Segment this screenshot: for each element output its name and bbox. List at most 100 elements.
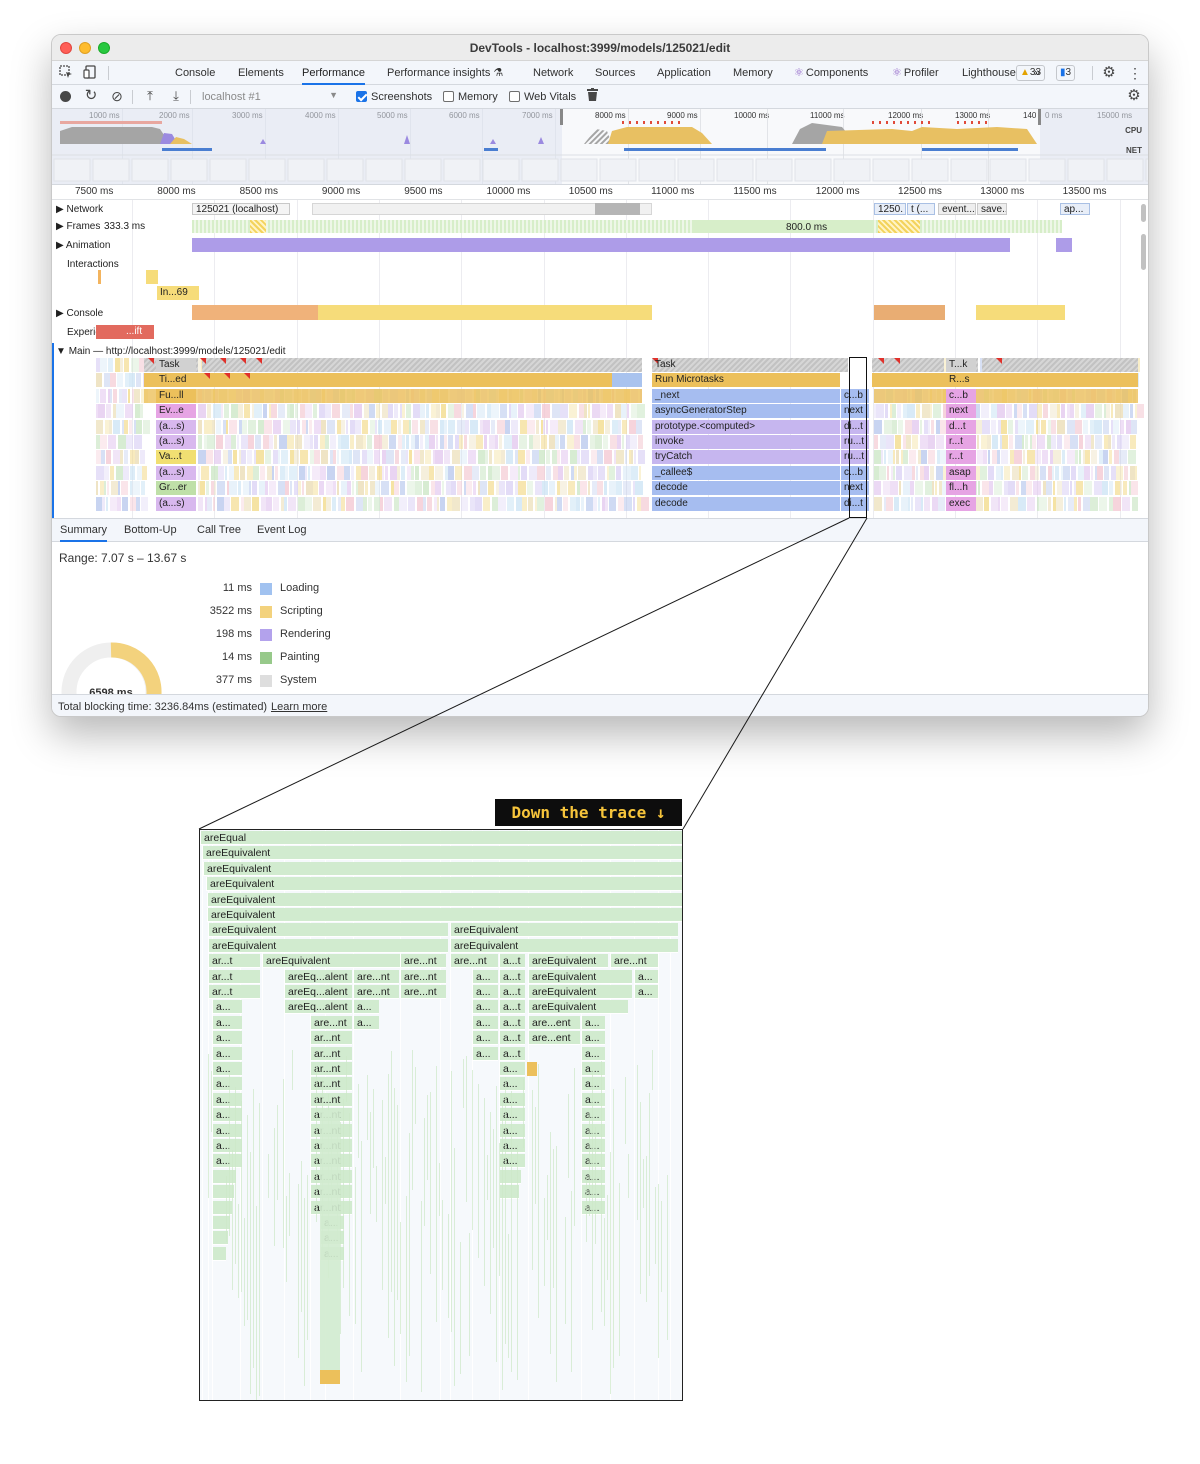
flame-event[interactable] [491,419,495,434]
flame-event[interactable] [587,419,591,434]
event-bar[interactable] [612,373,642,388]
flame-event[interactable] [911,496,913,511]
flame-event[interactable] [253,465,259,480]
flame-event[interactable] [217,481,225,496]
flame-event[interactable] [116,465,123,480]
flame-event[interactable] [241,450,246,465]
frame-partial[interactable] [250,220,266,233]
panel-tab[interactable]: ⚛ Profiler [892,61,939,85]
flame-event[interactable] [930,465,934,480]
flame-event[interactable] [314,450,320,465]
flame-event[interactable] [412,419,418,434]
flame-event[interactable] [466,481,472,496]
flame-event[interactable] [290,419,296,434]
flame-event[interactable] [1122,435,1129,449]
flame-event[interactable] [489,450,492,465]
flame-event[interactable] [1075,450,1078,465]
zoomed-flame-event[interactable]: a... [581,1015,605,1030]
flame-event[interactable] [1046,481,1052,496]
flame-event[interactable] [588,404,590,419]
warnings-badge[interactable]: ▲33 [1016,65,1046,81]
flame-event[interactable] [425,419,429,434]
flame-event[interactable] [595,435,602,449]
flame-event[interactable] [1067,419,1075,434]
flame-event[interactable]: Task [156,358,196,372]
flame-event[interactable] [610,435,617,449]
flame-event[interactable] [454,404,461,419]
flame-event[interactable] [1120,481,1122,496]
flame-event[interactable] [1022,465,1028,480]
flame-event[interactable] [122,388,127,403]
flame-event[interactable] [581,496,584,511]
flame-event[interactable] [342,404,350,419]
flame-event[interactable] [231,496,239,511]
flame-event[interactable] [472,465,479,480]
flame-event[interactable] [1083,419,1088,434]
flame-event[interactable] [568,481,575,496]
flame-event[interactable] [378,419,382,434]
flame-event[interactable] [110,496,117,511]
profile-select[interactable]: localhost #1 ▼ [198,88,342,106]
flame-event[interactable] [426,404,429,419]
flame-event[interactable] [933,404,941,419]
flame-event[interactable] [1057,435,1062,449]
flame-event[interactable] [461,496,468,511]
flame-event[interactable]: _callee$ [652,465,840,480]
flame-event[interactable] [890,481,898,496]
flame-event[interactable] [420,404,425,419]
flame-event[interactable] [616,465,621,480]
console-timer[interactable] [192,305,318,320]
flame-event[interactable] [629,419,636,434]
flame-event[interactable] [100,358,107,372]
panel-tab[interactable]: Network [533,61,573,85]
flame-event[interactable] [1055,465,1059,480]
flame-event[interactable] [1010,496,1018,511]
flame-event[interactable] [488,481,494,496]
flame-event[interactable] [616,450,624,465]
flame-event[interactable] [921,496,923,511]
flame-event[interactable] [987,435,991,449]
flame-event[interactable] [198,419,202,434]
flame-event[interactable]: exec [946,496,976,511]
flame-event[interactable] [501,465,508,480]
zoomed-flame-event[interactable]: are...nt [400,954,446,969]
flame-event[interactable] [337,465,344,480]
flame-event[interactable] [639,465,641,480]
flame-event[interactable] [109,419,112,434]
flame-event[interactable] [473,481,476,496]
flame-event[interactable] [361,465,368,480]
flame-event[interactable] [96,373,102,388]
flame-event[interactable]: Gr...er [156,481,196,496]
flame-event[interactable] [1091,465,1093,480]
interactions-track-label[interactable]: Interactions [67,259,119,270]
web-vitals-checkbox[interactable] [509,91,520,102]
zoomed-flame-event[interactable]: a... [212,1092,242,1107]
flame-event[interactable] [140,404,143,419]
clear-icon[interactable]: ⊘ [109,88,125,104]
flame-event[interactable] [1041,419,1046,434]
zoomed-flame-event[interactable]: a... [499,1062,525,1076]
panel-tab[interactable]: Elements [238,61,284,85]
flame-event[interactable] [444,435,447,449]
flame-event[interactable] [116,404,124,419]
flame-event[interactable] [298,496,305,511]
panel-tab[interactable]: Lighthouse [962,61,1016,85]
flame-event[interactable] [988,465,994,480]
flame-event[interactable] [915,481,923,496]
flame-event[interactable] [346,496,354,511]
flame-event[interactable] [413,404,420,419]
flame-event[interactable] [1122,496,1130,511]
flame-event[interactable] [600,404,606,419]
flame-event[interactable] [575,419,583,434]
flame-event[interactable] [198,404,206,419]
flame-event[interactable] [278,450,280,465]
flame-event[interactable] [123,465,129,480]
flame-event[interactable] [484,435,487,449]
flame-event[interactable] [630,435,637,449]
panel-tab[interactable]: Memory [733,61,773,85]
zoomed-flame-event[interactable]: a... [212,1139,242,1153]
flame-event[interactable] [457,419,465,434]
flame-event[interactable] [285,481,289,496]
flame-event[interactable] [98,404,105,419]
flame-event[interactable] [975,419,982,434]
